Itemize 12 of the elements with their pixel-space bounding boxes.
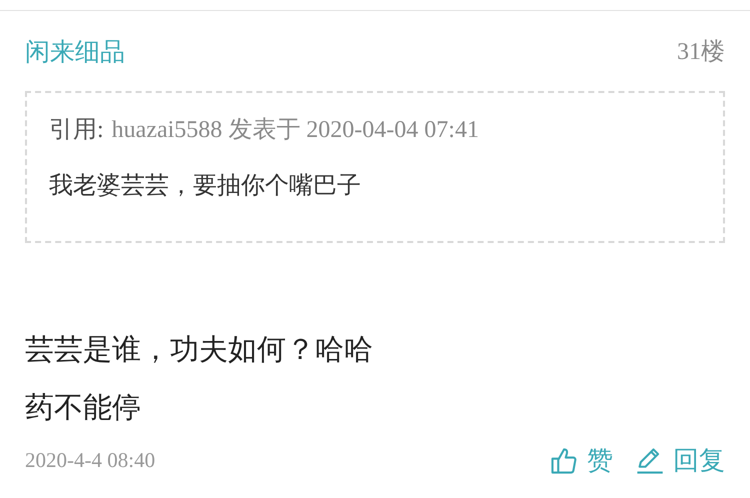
quote-meta: huazai5588 发表于 2020-04-04 07:41: [112, 116, 479, 145]
reply-button[interactable]: 回复: [635, 443, 725, 478]
thumbs-up-icon: [549, 446, 579, 476]
post-text: 药不能停: [25, 391, 142, 426]
post-text: 芸芸是谁，功夫如何？哈哈: [25, 333, 374, 368]
post-time: 2020-4-4 08:40: [25, 448, 156, 473]
quote-text: 我老婆芸芸，要抽你个嘴巴子: [49, 172, 362, 201]
pencil-icon: [635, 446, 665, 476]
author-name[interactable]: 闲来细品: [25, 34, 125, 68]
floor-number: 31楼: [677, 38, 725, 67]
quote-label: 引用:: [49, 116, 104, 145]
like-button[interactable]: 赞: [549, 443, 613, 478]
